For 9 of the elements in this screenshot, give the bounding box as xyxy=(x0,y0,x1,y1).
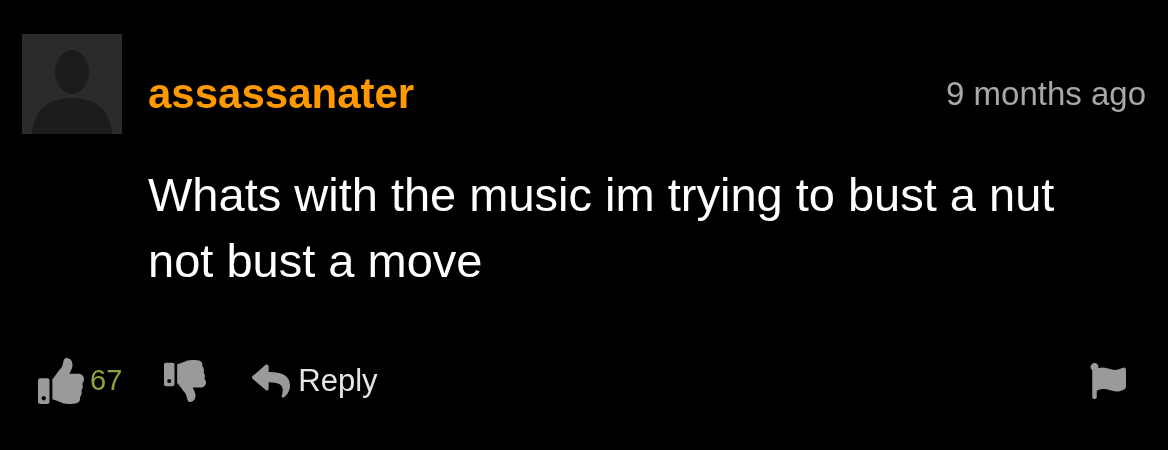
comment-text: Whats with the music im trying to bust a nut not bust a move xyxy=(148,167,1056,289)
flag-icon[interactable] xyxy=(1090,362,1126,399)
timestamp: 9 months ago xyxy=(946,75,1146,113)
reply-arrow-icon xyxy=(252,361,291,400)
thumbs-up-icon[interactable] xyxy=(38,357,84,404)
thumbs-down-icon[interactable] xyxy=(164,359,207,402)
reply-button[interactable]: Reply xyxy=(252,361,378,400)
like-count: 67 xyxy=(90,364,123,397)
username[interactable]: assassanater xyxy=(148,70,415,118)
